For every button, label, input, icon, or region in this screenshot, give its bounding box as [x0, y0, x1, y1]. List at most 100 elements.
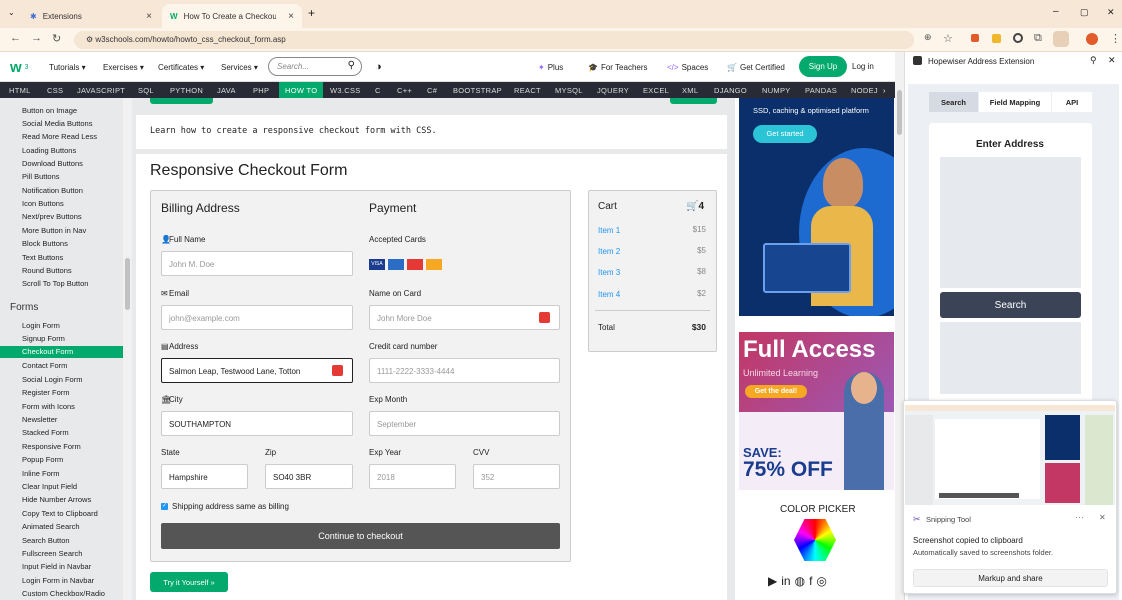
- side-panel-icon[interactable]: [1053, 31, 1069, 47]
- discord-icon[interactable]: ◍: [795, 574, 805, 588]
- sidebar-item[interactable]: Notification Button: [22, 186, 83, 195]
- sidebar-item[interactable]: Pill Buttons: [22, 172, 60, 181]
- topnav-jquery[interactable]: JQUERY: [597, 82, 629, 98]
- ext-tab-search[interactable]: Search: [929, 92, 978, 112]
- shipping-checkbox[interactable]: ✓: [161, 503, 168, 510]
- topnav-cpp[interactable]: C++: [397, 82, 412, 98]
- menu-kebab-icon[interactable]: ⋮: [1110, 32, 1121, 45]
- address-input[interactable]: Salmon Leap, Testwood Lane, Totton: [161, 358, 353, 383]
- linkedin-icon[interactable]: in: [781, 574, 790, 588]
- name-on-card-input[interactable]: John More Doe: [369, 305, 560, 330]
- sidebar-item[interactable]: Form with Icons: [22, 402, 75, 411]
- exp-year-input[interactable]: 2018: [369, 464, 456, 489]
- url-field[interactable]: ⚙ w3schools.com/howto/howto_css_checkout…: [74, 31, 914, 49]
- sidebar-item[interactable]: Responsive Form: [22, 442, 81, 451]
- sidebar-item[interactable]: Block Buttons: [22, 239, 68, 248]
- topnav-bootstrap[interactable]: BOOTSTRAP: [453, 82, 502, 98]
- autofill-icon[interactable]: [539, 312, 550, 323]
- close-tab-icon[interactable]: ×: [146, 11, 152, 22]
- full-access-ad[interactable]: Full Access Unlimited Learning Get the d…: [739, 332, 894, 490]
- back-icon[interactable]: ←: [10, 32, 21, 44]
- sidebar-item[interactable]: Popup Form: [22, 455, 63, 464]
- sidebar-item[interactable]: Social Media Buttons: [22, 119, 92, 128]
- fullname-input[interactable]: John M. Doe: [161, 251, 353, 276]
- extensions-puzzle-icon[interactable]: ⧉: [1034, 32, 1042, 45]
- nav-tutorials[interactable]: Tutorials ▾: [49, 52, 86, 82]
- facebook-icon[interactable]: f: [809, 574, 812, 588]
- topnav-html[interactable]: HTML: [9, 82, 31, 98]
- sidebar-item[interactable]: Icon Buttons: [22, 199, 64, 208]
- topnav-pandas[interactable]: PANDAS: [805, 82, 837, 98]
- topnav-java[interactable]: JAVA: [217, 82, 236, 98]
- cc-number-input[interactable]: 1111-2222-3333-4444: [369, 358, 560, 383]
- page-scrollbar-thumb[interactable]: [897, 90, 902, 135]
- forward-icon[interactable]: →: [31, 32, 42, 44]
- nav-services[interactable]: Services ▾: [221, 52, 258, 82]
- state-input[interactable]: Hampshire: [161, 464, 248, 489]
- nav-exercises[interactable]: Exercises ▾: [103, 52, 144, 82]
- tab-extensions[interactable]: ✱ Extensions ×: [22, 4, 160, 28]
- profile-avatar[interactable]: [1086, 33, 1098, 45]
- close-tab-icon[interactable]: ×: [288, 11, 294, 22]
- topnav-howto[interactable]: HOW TO: [279, 82, 324, 98]
- bookmark-icon[interactable]: ☆: [943, 32, 953, 45]
- get-deal-button[interactable]: Get the deal!: [745, 385, 807, 398]
- try-it-yourself-button[interactable]: Try it Yourself »: [150, 572, 228, 592]
- sidebar-item[interactable]: Copy Text to Clipboard: [22, 509, 98, 518]
- sidebar-item[interactable]: Custom Checkbox/Radio: [22, 589, 105, 598]
- extension-icon[interactable]: [1013, 33, 1023, 43]
- sidebar-item[interactable]: Next/prev Buttons: [22, 212, 82, 221]
- more-options-icon[interactable]: ···: [1075, 512, 1084, 522]
- sidebar-item[interactable]: Clear Input Field: [22, 482, 77, 491]
- topnav-css[interactable]: CSS: [47, 82, 63, 98]
- cart-item[interactable]: Item 3 $8: [598, 267, 706, 277]
- tab-checkout[interactable]: W How To Create a Checkout Form ×: [162, 4, 302, 28]
- sidebar-item[interactable]: Register Form: [22, 388, 70, 397]
- topnav-c[interactable]: C: [375, 82, 381, 98]
- sidebar-item[interactable]: Login Form in Navbar: [22, 576, 94, 585]
- minimize-button[interactable]: –: [1053, 6, 1059, 17]
- close-toast-icon[interactable]: ✕: [1099, 513, 1106, 522]
- topnav-php[interactable]: PHP: [253, 82, 269, 98]
- sidebar-item[interactable]: Read More Read Less: [22, 132, 97, 141]
- get-started-button[interactable]: Get started: [753, 125, 817, 143]
- cart-item[interactable]: Item 4 $2: [598, 289, 706, 299]
- topnav-python[interactable]: PYTHON: [170, 82, 203, 98]
- extension-icon[interactable]: [992, 34, 1001, 43]
- topnav-sql[interactable]: SQL: [138, 82, 154, 98]
- cvv-input[interactable]: 352: [473, 464, 560, 489]
- sidebar-scrollbar-thumb[interactable]: [125, 258, 130, 310]
- extension-icon[interactable]: [971, 34, 979, 42]
- ext-address-textarea[interactable]: [940, 157, 1081, 288]
- w3schools-logo[interactable]: w3: [10, 52, 29, 82]
- next-button[interactable]: [670, 98, 717, 104]
- sidebar-scrollbar[interactable]: [123, 98, 132, 600]
- topnav-nodejs[interactable]: NODEJ: [851, 82, 878, 98]
- sidebar-item[interactable]: Search Button: [22, 536, 70, 545]
- dark-mode-icon[interactable]: ◑: [375, 52, 382, 82]
- pin-icon[interactable]: ⚲: [1090, 55, 1097, 66]
- nav-plus[interactable]: ✦ Plus: [538, 52, 563, 82]
- sidebar-item[interactable]: Signup Form: [22, 334, 65, 343]
- nav-for-teachers[interactable]: 🎓 For Teachers: [588, 52, 648, 82]
- topnav-mysql[interactable]: MYSQL: [555, 82, 583, 98]
- topnav-javascript[interactable]: JAVASCRIPT: [77, 82, 125, 98]
- close-panel-icon[interactable]: ✕: [1108, 55, 1116, 66]
- sidebar-item[interactable]: Download Buttons: [22, 159, 83, 168]
- new-tab-button[interactable]: +: [308, 6, 315, 20]
- topnav-w3css[interactable]: W3.CSS: [330, 82, 361, 98]
- youtube-icon[interactable]: ▶: [768, 574, 777, 588]
- cart-item[interactable]: Item 2 $5: [598, 246, 706, 256]
- zoom-icon[interactable]: ⊕: [924, 32, 932, 43]
- city-input[interactable]: SOUTHAMPTON: [161, 411, 353, 436]
- sidebar-item[interactable]: Text Buttons: [22, 253, 63, 262]
- nav-get-certified[interactable]: 🛒 Get Certified: [727, 52, 785, 82]
- sidebar-item[interactable]: Newsletter: [22, 415, 57, 424]
- screenshot-thumbnail[interactable]: [905, 405, 1115, 505]
- search-icon[interactable]: ⚲: [348, 60, 355, 71]
- sidebar-item[interactable]: Scroll To Top Button: [22, 279, 88, 288]
- tab-search-icon[interactable]: ⌄: [8, 8, 15, 17]
- instagram-icon[interactable]: ◎: [816, 574, 826, 588]
- topnav-react[interactable]: REACT: [514, 82, 541, 98]
- zip-input[interactable]: SO40 3BR: [265, 464, 353, 489]
